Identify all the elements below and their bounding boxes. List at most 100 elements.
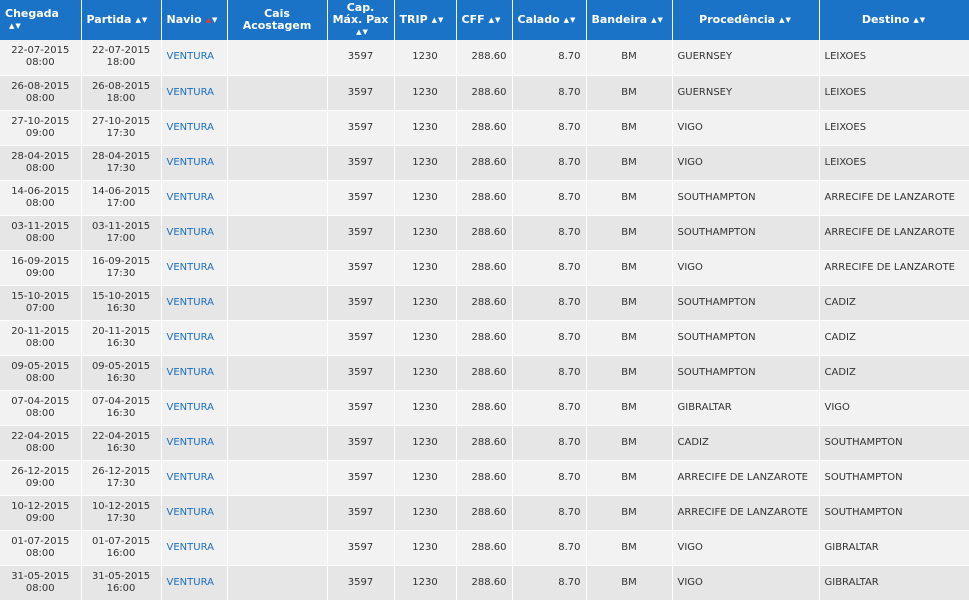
cell-trip: 1230 <box>394 320 457 356</box>
cell-cais-acostagem <box>227 110 328 146</box>
cell-chegada: 27-10-2015 09:00 <box>0 110 82 146</box>
cell-bandeira: BM <box>586 215 673 251</box>
table-header: Chegada▲▼ Partida ▲▼ Navio ▲▼ Cais Acostag… <box>0 0 969 40</box>
cell-navio-link[interactable]: VENTURA <box>161 250 228 286</box>
time-text: 16:30 <box>106 442 136 454</box>
cell-bandeira: BM <box>586 320 673 356</box>
cell-partida: 03-11-2015 17:00 <box>81 215 162 251</box>
cell-navio-link[interactable]: VENTURA <box>161 40 228 76</box>
cell-chegada: 20-11-2015 08:00 <box>0 320 82 356</box>
cell-cff: 288.60 <box>456 530 513 566</box>
sort-arrows-icon[interactable]: ▲▼ <box>779 14 792 26</box>
cell-cff: 288.60 <box>456 145 513 181</box>
cell-bandeira: BM <box>586 390 673 426</box>
sort-arrows-active-icon[interactable]: ▲▼ <box>206 14 219 26</box>
cell-trip: 1230 <box>394 285 457 321</box>
cell-navio-link[interactable]: VENTURA <box>161 425 228 461</box>
sort-arrows-icon[interactable]: ▲▼ <box>9 20 22 32</box>
cell-procedencia: SOUTHAMPTON <box>672 355 820 391</box>
cell-cap-max-pax: 3597 <box>327 495 395 531</box>
cell-calado: 8.70 <box>512 320 587 356</box>
cell-bandeira: BM <box>586 565 673 601</box>
cell-cais-acostagem <box>227 250 328 286</box>
cell-navio-link[interactable]: VENTURA <box>161 495 228 531</box>
cell-navio-link[interactable]: VENTURA <box>161 565 228 601</box>
cell-cais-acostagem <box>227 75 328 111</box>
port-schedule-table: Chegada▲▼ Partida ▲▼ Navio ▲▼ Cais Acostag… <box>0 0 969 601</box>
col-header-bandeira[interactable]: Bandeira ▲▼ <box>586 0 673 40</box>
cell-chegada: 26-12-2015 09:00 <box>0 460 82 496</box>
cell-partida: 20-11-2015 16:30 <box>81 320 162 356</box>
col-header-label: TRIP <box>399 13 428 26</box>
cell-cff: 288.60 <box>456 250 513 286</box>
date-text: 22-07-2015 <box>11 45 70 57</box>
date-text: 26-12-2015 <box>11 465 70 477</box>
cell-navio-link[interactable]: VENTURA <box>161 390 228 426</box>
cell-navio-link[interactable]: VENTURA <box>161 180 228 216</box>
time-text: 07:00 <box>25 302 55 314</box>
cell-destino: SOUTHAMPTON <box>819 425 969 461</box>
time-text: 08:00 <box>25 57 55 69</box>
cell-procedencia: SOUTHAMPTON <box>672 215 820 251</box>
cell-navio-link[interactable]: VENTURA <box>161 215 228 251</box>
col-header-label: Calado <box>517 13 560 26</box>
cell-chegada: 26-08-2015 08:00 <box>0 75 82 111</box>
sort-arrows-icon[interactable]: ▲▼ <box>651 14 664 26</box>
sort-arrows-icon[interactable]: ▲▼ <box>489 14 502 26</box>
cell-procedencia: VIGO <box>672 145 820 181</box>
date-text: 15-10-2015 <box>11 290 70 302</box>
cell-destino: CADIZ <box>819 355 969 391</box>
cell-cap-max-pax: 3597 <box>327 390 395 426</box>
col-header-trip[interactable]: TRIP ▲▼ <box>394 0 457 40</box>
cell-navio-link[interactable]: VENTURA <box>161 75 228 111</box>
col-header-procedencia[interactable]: Procedência ▲▼ <box>672 0 820 40</box>
cell-navio-link[interactable]: VENTURA <box>161 320 228 356</box>
cell-destino: LEIXOES <box>819 145 969 181</box>
col-header-chegada[interactable]: Chegada▲▼ <box>0 0 82 40</box>
cell-navio-link[interactable]: VENTURA <box>161 110 228 146</box>
cell-navio-link[interactable]: VENTURA <box>161 285 228 321</box>
cell-cff: 288.60 <box>456 390 513 426</box>
time-text: 17:30 <box>106 477 136 489</box>
sort-arrows-icon[interactable]: ▲▼ <box>432 14 445 26</box>
cell-trip: 1230 <box>394 530 457 566</box>
sort-arrows-icon[interactable]: ▲▼ <box>135 14 148 26</box>
cell-partida: 16-09-2015 17:30 <box>81 250 162 286</box>
col-header-cff[interactable]: CFF ▲▼ <box>456 0 513 40</box>
date-text: 26-08-2015 <box>11 80 70 92</box>
cell-destino: ARRECIFE DE LANZAROTE <box>819 250 969 286</box>
cell-navio-link[interactable]: VENTURA <box>161 460 228 496</box>
cell-navio-link[interactable]: VENTURA <box>161 530 228 566</box>
cell-bandeira: BM <box>586 355 673 391</box>
col-header-destino[interactable]: Destino ▲▼ <box>819 0 969 40</box>
cell-bandeira: BM <box>586 495 673 531</box>
col-header-navio[interactable]: Navio ▲▼ <box>161 0 228 40</box>
col-header-calado[interactable]: Calado ▲▼ <box>512 0 587 40</box>
cell-destino: LEIXOES <box>819 75 969 111</box>
time-text: 16:00 <box>106 582 136 594</box>
cell-navio-link[interactable]: VENTURA <box>161 355 228 391</box>
cell-cap-max-pax: 3597 <box>327 250 395 286</box>
date-text: 28-04-2015 <box>11 150 70 162</box>
cell-procedencia: VIGO <box>672 110 820 146</box>
cell-navio-link[interactable]: VENTURA <box>161 145 228 181</box>
cell-cais-acostagem <box>227 285 328 321</box>
time-text: 09:00 <box>25 512 55 524</box>
time-text: 08:00 <box>25 442 55 454</box>
table-row: 28-04-2015 08:00 28-04-2015 17:30 VENTURA 359… <box>0 145 969 181</box>
cell-procedencia: VIGO <box>672 565 820 601</box>
col-header-cap-max-pax[interactable]: Cap. Máx. Pax ▲▼ <box>327 0 395 40</box>
cell-trip: 1230 <box>394 40 457 76</box>
time-text: 17:30 <box>106 127 136 139</box>
col-header-partida[interactable]: Partida ▲▼ <box>81 0 162 40</box>
sort-arrows-icon[interactable]: ▲▼ <box>356 26 369 38</box>
sort-arrows-icon[interactable]: ▲▼ <box>564 14 577 26</box>
col-header-label: Partida <box>86 13 132 26</box>
sort-arrows-icon[interactable]: ▲▼ <box>913 14 926 26</box>
cell-cap-max-pax: 3597 <box>327 355 395 391</box>
cell-cff: 288.60 <box>456 320 513 356</box>
time-text: 17:00 <box>106 232 136 244</box>
cell-bandeira: BM <box>586 425 673 461</box>
cell-bandeira: BM <box>586 145 673 181</box>
time-text: 18:00 <box>106 57 136 69</box>
